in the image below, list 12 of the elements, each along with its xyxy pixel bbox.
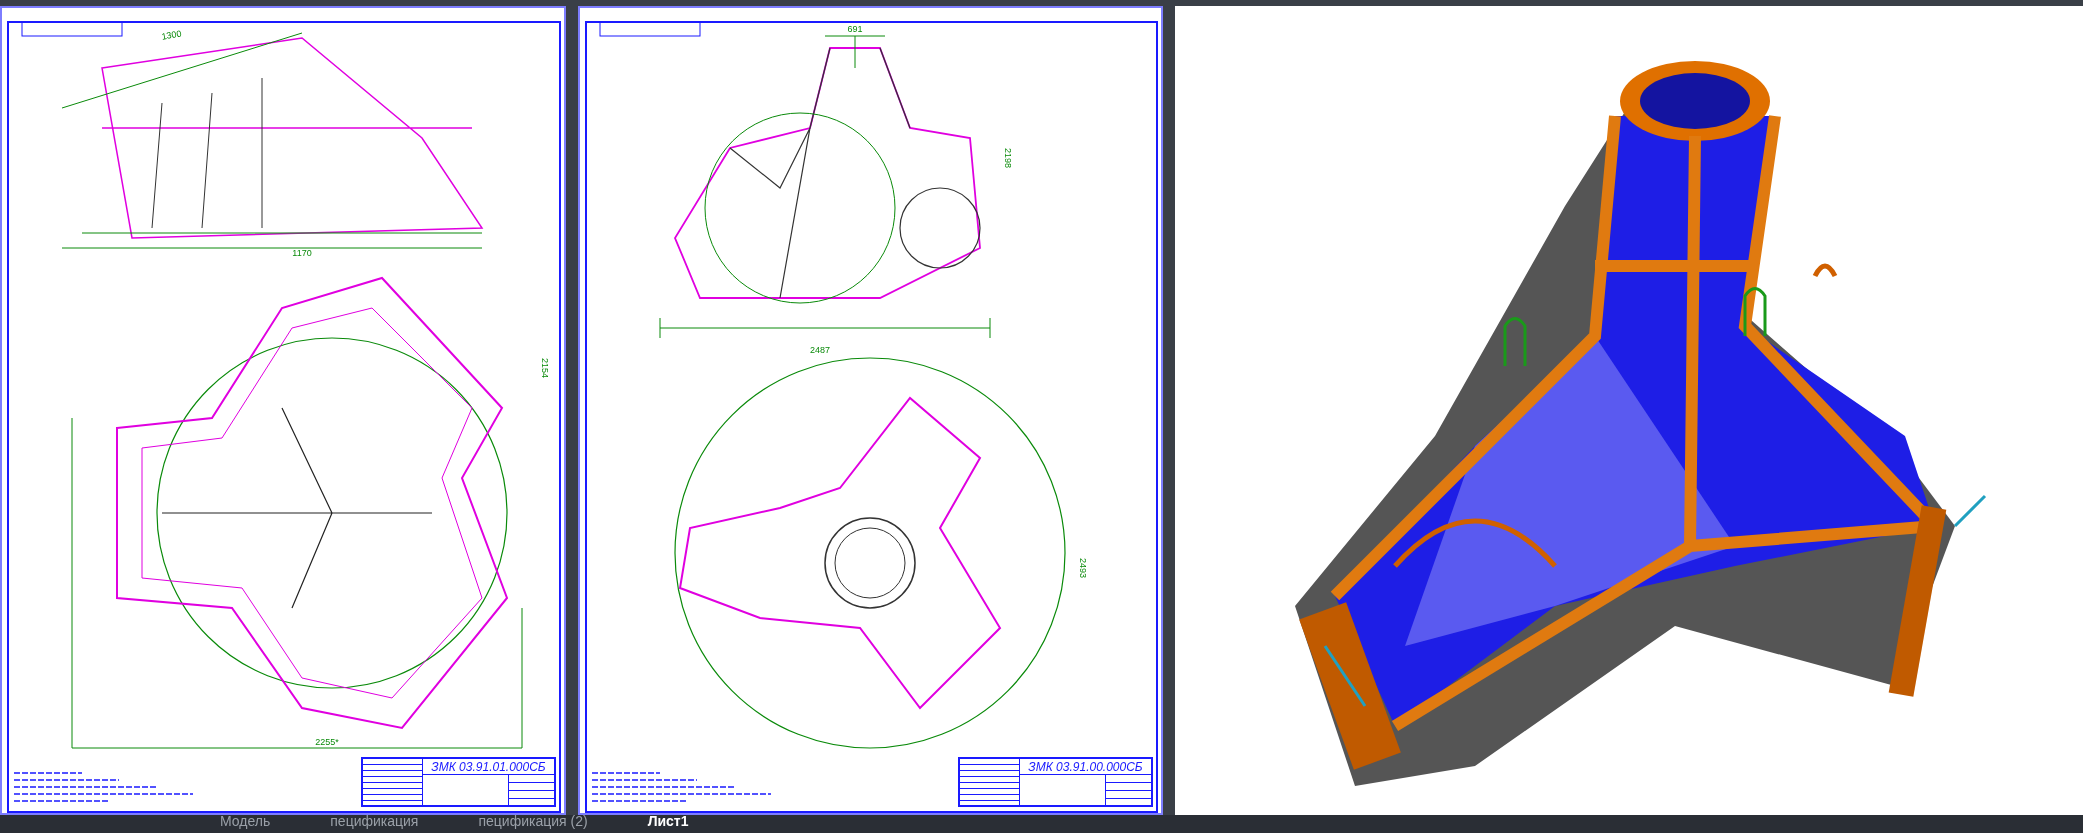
- dimension-label: 691: [847, 24, 863, 34]
- dimension-label: 2198: [1003, 148, 1013, 168]
- dimension-label: 2487: [810, 345, 830, 355]
- dimension-label: 2255*: [315, 737, 339, 747]
- layout-tab[interactable]: пецификация: [330, 815, 419, 833]
- dimension-label: 2493: [1078, 558, 1088, 578]
- layout-tab[interactable]: пецификация (2): [478, 815, 588, 833]
- dimension-label: 2154: [540, 358, 550, 378]
- layout-tab[interactable]: Лист1: [647, 815, 689, 833]
- layout-tab[interactable]: Модель: [220, 815, 271, 833]
- dimension-label: 1170: [292, 248, 312, 258]
- dimension-label: 1300: [160, 28, 183, 42]
